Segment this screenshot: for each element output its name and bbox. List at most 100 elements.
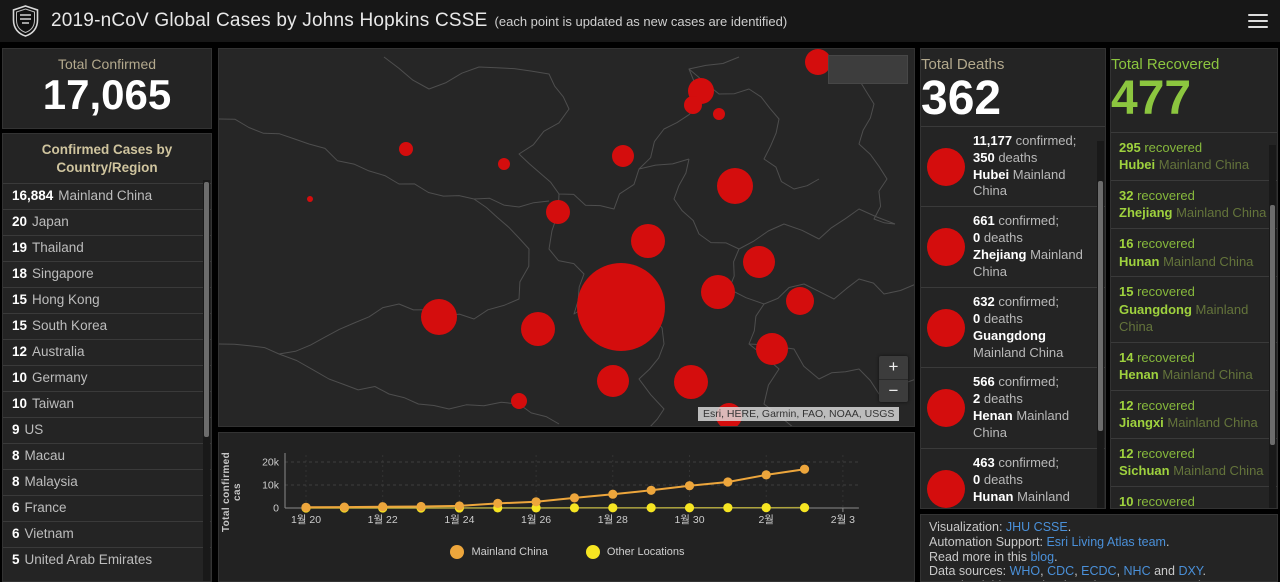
info-link[interactable]: DXY [1178, 564, 1202, 578]
recovered-row[interactable]: 10 recoveredShanghai Mainland China [1111, 486, 1277, 509]
legend-label: Mainland China [471, 546, 548, 558]
case-bubble[interactable] [743, 246, 775, 278]
recovered-row[interactable]: 16 recovered Hunan Mainland China [1111, 227, 1277, 276]
case-bubble[interactable] [399, 142, 413, 156]
recovered-region: Hubei [1119, 157, 1156, 173]
deaths-count-line: 350 deaths [973, 149, 1038, 165]
case-bubble[interactable] [307, 196, 313, 202]
deaths-list: 11,177 confirmed; 350 deaths Hubei Mainlan… [921, 125, 1105, 508]
legend-item[interactable]: Other Locations [585, 545, 685, 559]
case-bubble[interactable] [786, 287, 814, 315]
country-list-scrollbar[interactable] [203, 180, 210, 581]
country-row[interactable]: 9 US [3, 417, 211, 443]
recovered-word: recovered [1133, 494, 1195, 509]
country-list: 16,884 Mainland China 20 Japan 19 Thailand 18 S… [3, 183, 211, 573]
deaths-count: 350 [973, 149, 995, 165]
deaths-row[interactable]: 11,177 confirmed; 350 deaths Hubei Mainlan… [921, 127, 1105, 207]
recovered-count-line: 15 recovered [1119, 283, 1269, 301]
case-bubble[interactable] [421, 299, 457, 335]
info-link[interactable]: WHO [1010, 564, 1041, 578]
chart-data-point [454, 501, 464, 511]
info-link[interactable]: blog [1030, 550, 1054, 564]
total-recovered-value: 477 [1111, 72, 1192, 125]
deaths-scrollbar-thumb[interactable] [1098, 181, 1103, 431]
deaths-row[interactable]: 463 confirmed;0 deathsHunan Mainland Chi… [921, 448, 1105, 508]
info-text: . [1202, 564, 1207, 579]
zoom-in-button[interactable]: + [879, 356, 908, 379]
country-row[interactable]: 8 Macau [3, 443, 211, 469]
chart-x-tick-label: 1월 20 [291, 514, 321, 526]
country-name: Taiwan [32, 396, 75, 412]
country-row[interactable]: 20 Japan [3, 209, 211, 235]
case-bubble[interactable] [546, 200, 570, 224]
country-row[interactable]: 15 Hong Kong [3, 287, 211, 313]
page-title: 2019-nCoV Global Cases by Johns Hopkins … [51, 10, 488, 31]
case-bubble[interactable] [713, 108, 725, 120]
country-row[interactable]: 18 Singapore [3, 261, 211, 287]
province-border [473, 197, 550, 208]
recovered-count-line: 14 recovered [1119, 349, 1269, 367]
country-row[interactable]: 19 Thailand [3, 235, 211, 261]
info-link[interactable]: ECDC [1081, 564, 1116, 578]
recovered-word: recovered [1133, 397, 1195, 413]
info-line: Automation Support: Esri Living Atlas te… [929, 535, 1269, 550]
recovered-word: recovered [1133, 284, 1195, 300]
country-row[interactable]: 12 Australia [3, 339, 211, 365]
recovered-row[interactable]: 14 recovered Henan Mainland China [1111, 341, 1277, 390]
case-bubble[interactable] [612, 145, 634, 167]
recovered-row[interactable]: 15 recovered Guangdong Mainland China [1111, 276, 1277, 342]
recovered-row[interactable]: 32 recovered Zhejiang Mainland China [1111, 179, 1277, 228]
case-bubble[interactable] [684, 96, 702, 114]
deaths-row[interactable]: 632 confirmed; 0 deaths Guangdong Mainland… [921, 286, 1105, 368]
deaths-count-line: 0 deaths [973, 310, 1023, 326]
case-bubble[interactable] [511, 393, 527, 409]
case-bubble[interactable] [674, 365, 708, 399]
china-map[interactable] [219, 49, 915, 427]
info-link[interactable]: CDC [1047, 564, 1074, 578]
country-row[interactable]: 5 United Arab Emirates [3, 547, 211, 573]
country-row[interactable]: 6 Vietnam [3, 521, 211, 547]
case-bubble[interactable] [631, 224, 665, 258]
menu-icon[interactable] [1248, 14, 1268, 28]
info-link[interactable]: Esri Living Atlas team [1046, 535, 1166, 549]
country-row[interactable]: 6 France [3, 495, 211, 521]
recovered-count: 12 [1119, 397, 1134, 413]
recovered-scrollbar[interactable] [1269, 145, 1276, 508]
recovered-region: Hunan [1119, 253, 1160, 269]
country-count: 15 [12, 318, 28, 334]
recovered-row[interactable]: 12 recovered Sichuan Mainland China [1111, 437, 1277, 486]
recovered-list: 295 recovered Hubei Mainland China 32 reco… [1111, 131, 1277, 509]
zoom-out-button[interactable]: − [879, 379, 908, 402]
recovered-count-line: 12 recovered [1119, 397, 1269, 415]
country-count: 16,884 [12, 188, 54, 204]
case-bubble[interactable] [701, 275, 735, 309]
legend-item[interactable]: Mainland China [450, 545, 548, 559]
case-bubble[interactable] [597, 365, 629, 397]
info-text: Automation Support: [929, 534, 1047, 549]
info-link[interactable]: NHC [1124, 564, 1151, 578]
case-bubble[interactable] [521, 312, 555, 346]
total-deaths-label: Total Deaths [921, 56, 1005, 73]
info-link[interactable]: JHU CSSE [1006, 520, 1068, 534]
recovered-row[interactable]: 12 recovered Jiangxi Mainland China [1111, 389, 1277, 438]
case-bubble[interactable] [717, 168, 753, 204]
deaths-row[interactable]: 566 confirmed; 2 deaths Henan Mainland Chi… [921, 367, 1105, 448]
country-count: 5 [12, 552, 20, 568]
country-row[interactable]: 8 Malaysia [3, 469, 211, 495]
country-name: Japan [32, 214, 69, 230]
case-bubble[interactable] [756, 333, 788, 365]
country-row[interactable]: 15 South Korea [3, 313, 211, 339]
map-panel[interactable]: + − Esri, HERE, Garmin, FAO, NOAA, USGS [218, 48, 915, 427]
country-list-scrollbar-thumb[interactable] [204, 182, 209, 437]
country-name: Vietnam [24, 526, 74, 542]
country-row[interactable]: 10 Taiwan [3, 391, 211, 417]
deaths-row[interactable]: 661 confirmed; 0 deaths Zhejiang Mainland … [921, 206, 1105, 287]
deaths-scrollbar[interactable] [1097, 141, 1104, 508]
case-bubble[interactable] [498, 158, 510, 170]
country-row[interactable]: 10 Germany [3, 365, 211, 391]
recovered-row[interactable]: 295 recovered Hubei Mainland China [1111, 133, 1277, 180]
recovered-scrollbar-thumb[interactable] [1270, 205, 1275, 445]
case-bubble[interactable] [577, 263, 665, 351]
country-count: 18 [12, 266, 28, 282]
country-row[interactable]: 16,884 Mainland China [3, 183, 211, 209]
